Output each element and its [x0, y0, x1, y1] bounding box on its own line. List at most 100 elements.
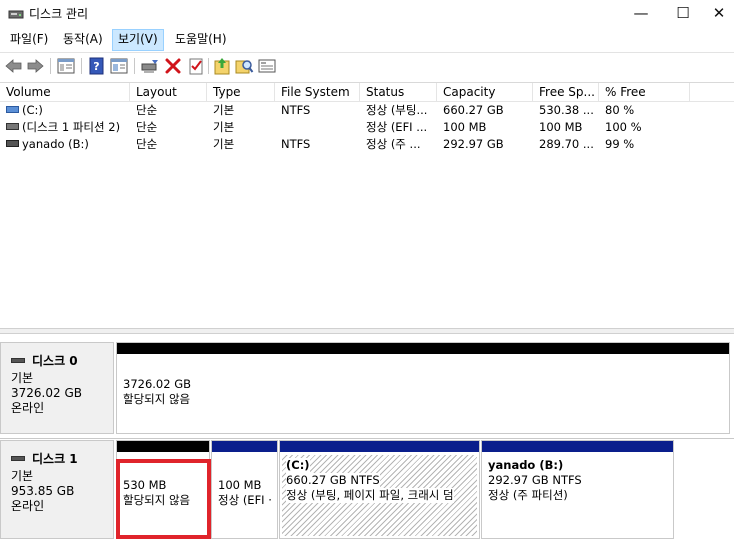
fs-cell: [275, 119, 360, 136]
partition-status: 정상 (부팅, 페이지 파일, 크래시 덤: [286, 488, 454, 503]
partition-info: 100 MB 정상 (EFI ·: [214, 455, 275, 536]
free-space-cell: 100 MB: [539, 120, 583, 134]
partition-bar: [482, 441, 673, 452]
maximize-button[interactable]: ☐: [660, 0, 706, 28]
column-header-volume[interactable]: Volume: [0, 83, 130, 102]
view-icon[interactable]: [257, 57, 277, 75]
table-row[interactable]: yanado (B:) 단순 기본 NTFS 정상 (주 ... 292.97 …: [0, 136, 734, 153]
close-button[interactable]: ✕: [704, 0, 734, 28]
toolbar-separator: [50, 58, 51, 74]
partition-b[interactable]: yanado (B:) 292.97 GB NTFS 정상 (주 파티션): [481, 440, 674, 539]
disk-0-row: 디스크 0 기본 3726.02 GB 온라인 3726.02 GB 할당되지 …: [0, 342, 734, 434]
layout-cell: 단순: [136, 137, 158, 151]
status-cell: 정상 (주 ...: [366, 137, 421, 151]
menu-view[interactable]: 보기(V): [112, 29, 164, 51]
percent-free-cell: 80 %: [605, 103, 635, 117]
column-header-file-system[interactable]: File System: [275, 83, 360, 102]
capacity-cell: 100 MB: [443, 120, 487, 134]
free-space-cell: 289.70 ...: [539, 137, 594, 151]
disk-icon: [11, 358, 25, 363]
selection-highlight: [116, 459, 211, 539]
volume-icon: [6, 106, 19, 113]
layout-cell: 단순: [136, 103, 158, 117]
disk-management-app-icon: [8, 10, 24, 19]
volume-name: (디스크 1 파티션 2): [22, 120, 121, 134]
volume-list: Volume Layout Type File System Status Ca…: [0, 82, 734, 328]
free-space-cell: 530.38 ...: [539, 103, 594, 117]
menu-help[interactable]: 도움말(H): [170, 29, 232, 51]
disk-management-window: 디스크 관리 — ☐ ✕ 파일(F) 동작(A) 보기(V) 도움말(H) ?: [0, 0, 734, 539]
partition-status: 할당되지 않음: [123, 392, 191, 406]
disk-state: 온라인: [11, 401, 45, 415]
menu-action[interactable]: 동작(A): [58, 29, 108, 51]
column-header-layout[interactable]: Layout: [130, 83, 207, 102]
volume-name: yanado (B:): [22, 137, 89, 151]
partition-unallocated[interactable]: 3726.02 GB 할당되지 않음: [116, 342, 730, 434]
partition-size: 292.97 GB NTFS: [488, 473, 582, 487]
partition-size: 660.27 GB NTFS: [286, 473, 380, 488]
list-header: Volume Layout Type File System Status Ca…: [0, 83, 734, 102]
disk-1-label[interactable]: 디스크 1 기본 953.85 GB 온라인: [0, 440, 114, 539]
disk-type: 기본: [11, 469, 34, 483]
menu-file[interactable]: 파일(F): [5, 29, 53, 51]
column-header-capacity[interactable]: Capacity: [437, 83, 533, 102]
volume-cell: (디스크 1 파티션 2): [0, 119, 130, 136]
status-cell: 정상 (부팅...: [366, 103, 428, 117]
partition-size: 100 MB: [218, 478, 262, 492]
table-row[interactable]: (C:) 단순 기본 NTFS 정상 (부팅... 660.27 GB 530.…: [0, 102, 734, 119]
column-header-percent-free[interactable]: % Free: [599, 83, 690, 102]
partition-info: 3726.02 GB 할당되지 않음: [119, 357, 727, 431]
disk-graphical-view: 디스크 0 기본 3726.02 GB 온라인 3726.02 GB 할당되지 …: [0, 334, 734, 539]
capacity-cell: 292.97 GB: [443, 137, 504, 151]
svg-text:?: ?: [93, 60, 99, 73]
connect-drive-icon[interactable]: [140, 57, 160, 75]
volume-cell: yanado (B:): [0, 136, 130, 153]
partition-label: (C:): [286, 458, 310, 473]
volume-icon: [6, 123, 19, 130]
disk-1-row: 디스크 1 기본 953.85 GB 온라인 530 MB 할당되지 않음 10…: [0, 440, 734, 539]
partition-status: 정상 (주 파티션): [488, 488, 568, 502]
forward-icon[interactable]: [25, 57, 45, 75]
table-row[interactable]: (디스크 1 파티션 2) 단순 기본 정상 (EFI ... 100 MB 1…: [0, 119, 734, 136]
disk-type: 기본: [11, 371, 34, 385]
console-tree-icon[interactable]: [56, 57, 76, 75]
toolbar: ?: [0, 52, 734, 78]
percent-free-cell: 99 %: [605, 137, 635, 151]
volume-cell: (C:): [0, 102, 130, 119]
disk-state: 온라인: [11, 499, 45, 513]
volume-icon: [6, 140, 19, 147]
fs-cell: NTFS: [281, 103, 311, 117]
back-icon[interactable]: [4, 57, 24, 75]
layout-cell: 단순: [136, 120, 158, 134]
find-icon[interactable]: [234, 57, 254, 75]
partition-bar: [280, 441, 479, 452]
disk-size: 953.85 GB: [11, 484, 75, 498]
disk-name: 디스크 1: [32, 452, 78, 466]
partition-efi[interactable]: 100 MB 정상 (EFI ·: [211, 440, 278, 539]
partition-bar: [117, 441, 209, 452]
capacity-cell: 660.27 GB: [443, 103, 504, 117]
help-icon[interactable]: ?: [87, 57, 107, 75]
partition-info: (C:) 660.27 GB NTFS 정상 (부팅, 페이지 파일, 크래시 …: [282, 455, 477, 536]
partition-bar: [117, 343, 729, 354]
fs-cell: NTFS: [281, 137, 311, 151]
divider: [0, 438, 734, 439]
partition-bar: [212, 441, 277, 452]
partition-size: 3726.02 GB: [123, 377, 192, 391]
type-cell: 기본: [213, 120, 235, 134]
column-header-type[interactable]: Type: [207, 83, 275, 102]
disk-name: 디스크 0: [32, 354, 78, 368]
checklist-icon[interactable]: [186, 57, 206, 75]
column-header-free-space[interactable]: Free Sp...: [533, 83, 599, 102]
minimize-button[interactable]: —: [618, 0, 664, 28]
disk-0-label[interactable]: 디스크 0 기본 3726.02 GB 온라인: [0, 342, 114, 434]
menu-bar: 파일(F) 동작(A) 보기(V) 도움말(H): [0, 29, 734, 51]
delete-icon[interactable]: [163, 57, 183, 75]
disk-icon: [11, 456, 25, 461]
properties-icon[interactable]: [109, 57, 129, 75]
column-header-status[interactable]: Status: [360, 83, 437, 102]
title-bar: 디스크 관리 — ☐ ✕: [0, 0, 734, 28]
window-title: 디스크 관리: [29, 7, 89, 21]
partition-c[interactable]: (C:) 660.27 GB NTFS 정상 (부팅, 페이지 파일, 크래시 …: [279, 440, 480, 539]
export-icon[interactable]: [212, 57, 232, 75]
